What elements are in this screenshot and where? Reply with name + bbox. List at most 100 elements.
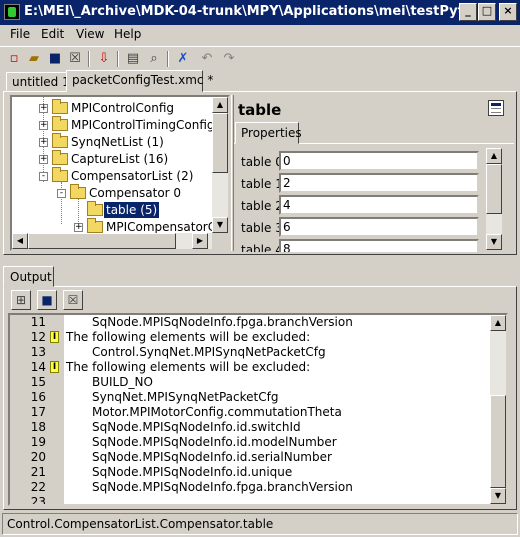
property-row: table 4 8 [234,238,494,252]
scroll-left-icon[interactable]: ◀ [12,233,28,249]
property-row: table 0 0 [234,150,494,172]
expand-icon[interactable]: + [39,121,48,130]
scroll-down-icon[interactable]: ▼ [486,234,502,250]
menu-help[interactable]: Help [114,27,141,41]
log-line: 17 Motor.MPIMotorConfig.commutationTheta [10,405,490,420]
scrollbar-corner [212,233,228,249]
scroll-up-icon[interactable]: ▲ [490,315,506,331]
property-value-field[interactable]: 8 [279,239,479,252]
import-icon[interactable]: ⇩ [95,50,113,68]
log-line: 23 [10,495,490,504]
expand-icon[interactable]: + [39,138,48,147]
log-text: Motor.MPIMotorConfig.commutationTheta [92,405,342,419]
property-vertical-scrollbar[interactable]: ▲ ▼ [486,148,502,250]
folder-icon [52,133,68,148]
property-label: table 3 [241,221,283,235]
toolbar-separator [117,51,119,67]
list-icon[interactable]: ⊞ [11,290,31,310]
save-icon[interactable]: ■ [46,50,64,68]
info-marker-icon: I [50,361,59,373]
scroll-thumb[interactable] [486,164,502,214]
line-number: 11 [30,315,46,329]
scroll-thumb[interactable] [212,113,228,173]
property-value-field[interactable]: 4 [279,195,479,215]
log-text: SqNode.MPISqNodeInfo.id.serialNumber [92,450,332,464]
property-value-field[interactable]: 2 [279,173,479,193]
scroll-right-icon[interactable]: ▶ [192,233,208,249]
tree-horizontal-scrollbar[interactable]: ◀ ▶ [12,233,212,249]
save-icon[interactable]: ■ [37,290,57,310]
app-icon [4,4,20,20]
property-panel-title: table [238,101,282,119]
search-icon[interactable]: ⌕ [145,50,163,68]
log-text: SqNode.MPISqNodeInfo.fpga.branchVersion [92,315,353,329]
log-text: SqNode.MPISqNodeInfo.id.switchId [92,420,301,434]
line-number: 18 [30,420,46,434]
minimize-button[interactable]: _ [459,3,477,21]
properties-icon[interactable]: ▤ [124,50,142,68]
log-line: 14 I The following elements will be excl… [10,360,490,375]
expand-icon[interactable]: + [39,155,48,164]
menu-view[interactable]: View [76,27,104,41]
scroll-down-icon[interactable]: ▼ [490,488,506,504]
tab-untitled[interactable]: untitled 1 [6,72,70,91]
maximize-button[interactable]: □ [478,3,496,21]
output-log[interactable]: 11 SqNode.MPISqNodeInfo.fpga.branchVersi… [8,313,508,506]
scroll-up-icon[interactable]: ▲ [486,148,502,164]
open-folder-icon[interactable]: ▰ [25,50,43,68]
collapse-icon[interactable]: - [39,172,48,181]
title-bar[interactable]: E:\MEI\_Archive\MDK-04-trunk\MPY\Applica… [0,0,520,25]
close-button[interactable]: × [499,3,517,21]
log-line: 15 BUILD_NO [10,375,490,390]
log-text: The following elements will be excluded: [66,360,311,374]
new-file-icon[interactable]: ▫ [5,50,23,68]
toolbar-separator [88,51,90,67]
undo-icon[interactable]: ↶ [198,50,216,68]
menu-file[interactable]: File [10,27,30,41]
property-row: table 2 4 [234,194,494,216]
delete-icon[interactable]: ✗ [174,50,192,68]
tree-guide-line [78,196,79,224]
property-view-icon[interactable] [488,100,504,116]
property-label: table 1 [241,177,283,191]
expand-icon[interactable]: + [39,104,48,113]
log-text: Control.SynqNet.MPISynqNetPacketCfg [92,345,326,359]
property-label: table 0 [241,155,283,169]
scroll-thumb[interactable] [28,233,176,249]
menu-edit[interactable]: Edit [41,27,64,41]
toolbar-separator [167,51,169,67]
toolbar: ▫ ▰ ■ ☒ ⇩ ▤ ⌕ ✗ ↶ ↷ [0,46,520,71]
line-number: 12 [30,330,46,344]
log-text: SqNode.MPISqNodeInfo.id.unique [92,465,293,479]
property-value-field[interactable]: 6 [279,217,479,237]
log-line: 16 SynqNet.MPISynqNetPacketCfg [10,390,490,405]
property-label: table 2 [241,199,283,213]
config-tree[interactable]: + MPIControlConfig + MPIControlTimingCon… [10,95,230,251]
line-number: 17 [30,405,46,419]
redo-icon[interactable]: ↷ [220,50,238,68]
scroll-down-icon[interactable]: ▼ [212,217,228,233]
log-line: 13 Control.SynqNet.MPISynqNetPacketCfg [10,345,490,360]
info-marker-icon: I [50,331,59,343]
scroll-thumb[interactable] [490,395,506,488]
menu-bar: File Edit View Help [0,25,520,45]
collapse-icon[interactable]: - [57,189,66,198]
property-grid: table 0 0 table 1 2 table 2 4 table 3 6 … [234,143,514,252]
property-value-field[interactable]: 0 [279,151,479,171]
tab-properties[interactable]: Properties [235,122,302,144]
scroll-up-icon[interactable]: ▲ [212,97,228,113]
expand-icon[interactable]: + [74,223,83,232]
tab-output[interactable]: Output [3,266,54,287]
tree-item-label: CaptureList (16) [71,152,169,166]
output-vertical-scrollbar[interactable]: ▲ ▼ [490,315,506,504]
tree-vertical-scrollbar[interactable]: ▲ ▼ [212,97,228,233]
tab-packet-config[interactable]: packetConfigTest.xmc * [66,70,213,92]
line-number: 20 [30,450,46,464]
close-file-icon[interactable]: ☒ [66,50,84,68]
folder-open-icon [52,167,68,182]
tree-item-label: Compensator 0 [89,186,182,200]
clear-icon[interactable]: ☒ [63,290,83,310]
folder-icon [87,218,103,233]
log-text: SqNode.MPISqNodeInfo.fpga.branchVersion [92,480,353,494]
folder-open-icon [87,201,103,216]
